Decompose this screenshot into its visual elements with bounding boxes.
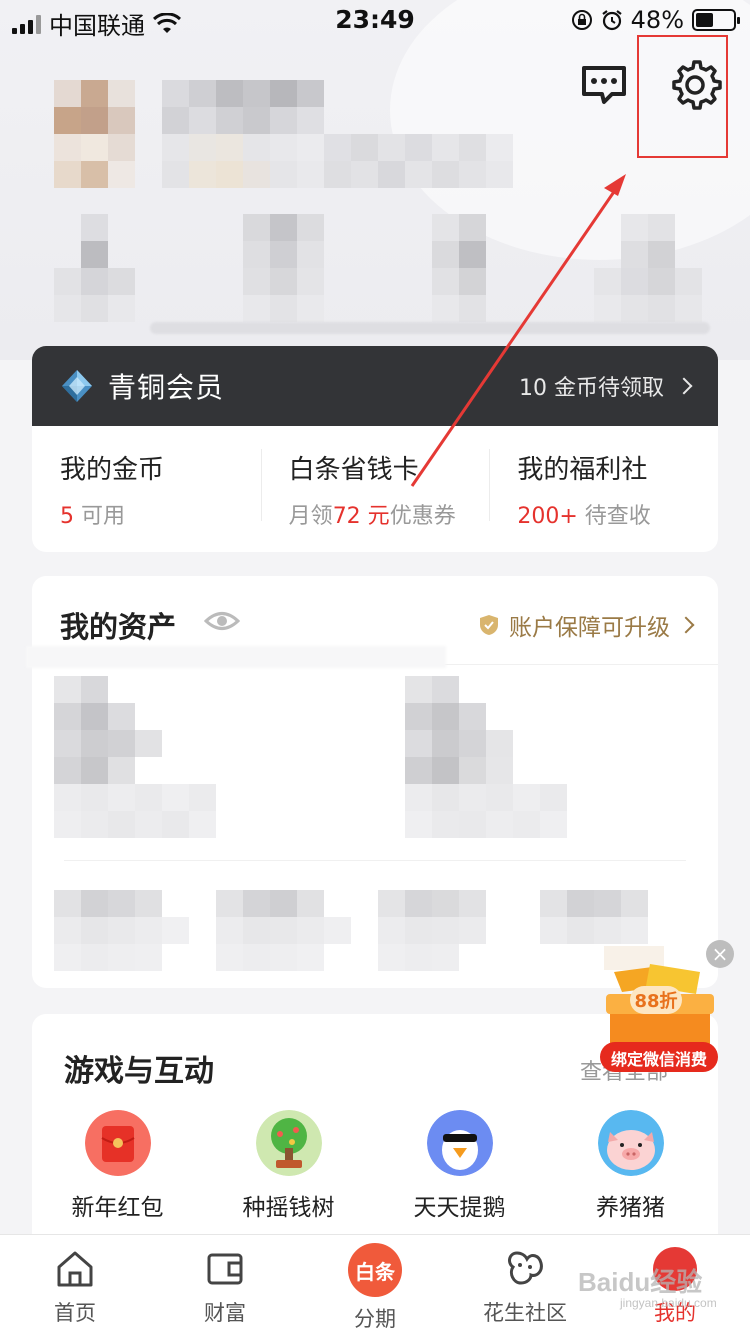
- welfare-value: 200+: [517, 503, 578, 529]
- chevron-right-icon: [677, 616, 695, 634]
- orientation-lock-icon: [571, 10, 592, 30]
- money-tree-icon: [255, 1110, 322, 1176]
- promo-text: 绑定微信消费: [610, 1050, 707, 1069]
- game-red-envelope[interactable]: 新年红包: [32, 1110, 203, 1222]
- game-label: 天天提鹅: [413, 1195, 506, 1221]
- game-money-tree[interactable]: 种摇钱树: [203, 1110, 374, 1222]
- promo-discount: 88折: [630, 986, 682, 1014]
- battery-icon: [692, 9, 740, 31]
- game-pig[interactable]: 养猪猪: [545, 1110, 716, 1222]
- game-label: 种摇钱树: [242, 1195, 335, 1221]
- asset-total-blurred[interactable]: [54, 676, 216, 838]
- tab-label: 分期: [354, 1307, 396, 1331]
- baitiao-icon: 白条: [348, 1243, 402, 1297]
- assets-title: 我的资产: [60, 610, 177, 644]
- assets-header-blur: [26, 646, 446, 668]
- game-label: 新年红包: [71, 1195, 164, 1221]
- shield-icon: [480, 615, 498, 635]
- eye-icon[interactable]: [204, 606, 240, 636]
- promo-wechat-binding[interactable]: 88折 绑定微信消费: [596, 946, 722, 1076]
- tab-wealth[interactable]: 财富: [150, 1235, 300, 1334]
- watermark-brand: Baidu经验: [578, 1267, 703, 1297]
- account-security-label: 账户保障可升级: [509, 615, 670, 641]
- games-row: 新年红包 种摇钱树 天天提鹅 养猪猪: [32, 1110, 718, 1222]
- tab-home[interactable]: 首页: [0, 1235, 150, 1334]
- avatar[interactable]: [54, 80, 135, 188]
- tab-label: 首页: [54, 1301, 96, 1325]
- battery-percent: 48%: [630, 6, 684, 34]
- tab-label: 花生社区: [483, 1301, 567, 1325]
- chevron-right-icon: [675, 377, 693, 395]
- member-level-bar[interactable]: 青铜会员 10 金币待领取: [32, 346, 718, 426]
- member-level-label: 青铜会员: [108, 371, 225, 404]
- home-icon: [57, 1251, 93, 1287]
- my-coins-title: 我的金币: [60, 454, 165, 485]
- alarm-icon: [601, 10, 622, 31]
- games-title: 游戏与互动: [64, 1054, 214, 1089]
- account-security-link[interactable]: 账户保障可升级: [479, 608, 695, 642]
- saving-card-suffix: 优惠券: [389, 503, 456, 529]
- red-envelope-icon: [84, 1110, 151, 1176]
- coins-pending-link[interactable]: 10 金币待领取: [519, 370, 693, 402]
- goose-icon: [426, 1110, 493, 1176]
- saving-card-value: 72 元: [332, 503, 390, 529]
- my-coins-sub: 5 可用: [60, 498, 261, 530]
- my-coins[interactable]: 我的金币 5 可用: [32, 449, 261, 530]
- baitiao-saving-card[interactable]: 白条省钱卡 月领72 元优惠券: [260, 448, 490, 530]
- status-bar: 中国联通 23:49 48%: [0, 0, 750, 40]
- saving-card-prefix: 月领: [288, 503, 333, 529]
- pig-icon: [597, 1110, 664, 1176]
- saving-card-sub: 月领72 元优惠券: [289, 498, 490, 530]
- my-coins-value: 5: [60, 503, 74, 529]
- welfare-club[interactable]: 我的福利社 200+ 待查收: [489, 448, 718, 530]
- coins-pending-label: 10 金币待领取: [519, 376, 664, 401]
- diamond-icon: [62, 370, 92, 402]
- battery-fill: [696, 13, 714, 27]
- welfare-title: 我的福利社: [517, 454, 648, 485]
- asset-yesterday-blurred[interactable]: [405, 676, 567, 838]
- game-goose[interactable]: 天天提鹅: [374, 1110, 545, 1222]
- settings-highlight-annotation: [637, 35, 728, 158]
- watermark-url: jingyan.baidu.com: [620, 1296, 717, 1310]
- my-coins-suffix: 可用: [81, 503, 126, 529]
- message-dots-icon[interactable]: [580, 64, 628, 106]
- tab-installment[interactable]: 白条 分期: [300, 1235, 450, 1334]
- username-blurred: [162, 80, 324, 134]
- welfare-suffix: 待查收: [584, 503, 651, 529]
- stats-divider-blurred: [150, 322, 710, 334]
- asset-row-blurred[interactable]: [54, 890, 648, 971]
- stat-1-blurred[interactable]: [54, 214, 135, 322]
- status-right: 48%: [571, 6, 740, 34]
- game-label: 养猪猪: [596, 1195, 665, 1221]
- saving-card-title: 白条省钱卡: [288, 454, 419, 485]
- wallet-icon: [207, 1253, 243, 1285]
- stat-3-blurred[interactable]: [432, 214, 486, 322]
- member-card: 青铜会员 10 金币待领取 我的金币 5 可用 白条省钱卡 月领72 元优惠券 …: [32, 346, 718, 552]
- tab-label: 财富: [204, 1301, 246, 1325]
- welfare-sub: 200+ 待查收: [517, 498, 718, 530]
- peanut-icon: [508, 1251, 543, 1285]
- divider: [64, 860, 686, 861]
- stat-2-blurred[interactable]: [243, 214, 324, 322]
- stat-4-blurred[interactable]: [594, 214, 702, 322]
- member-benefits: 我的金币 5 可用 白条省钱卡 月领72 元优惠券 我的福利社 200+ 待查收: [32, 426, 718, 552]
- close-icon[interactable]: ×: [706, 940, 734, 968]
- user-subtitle-blurred: [162, 134, 513, 188]
